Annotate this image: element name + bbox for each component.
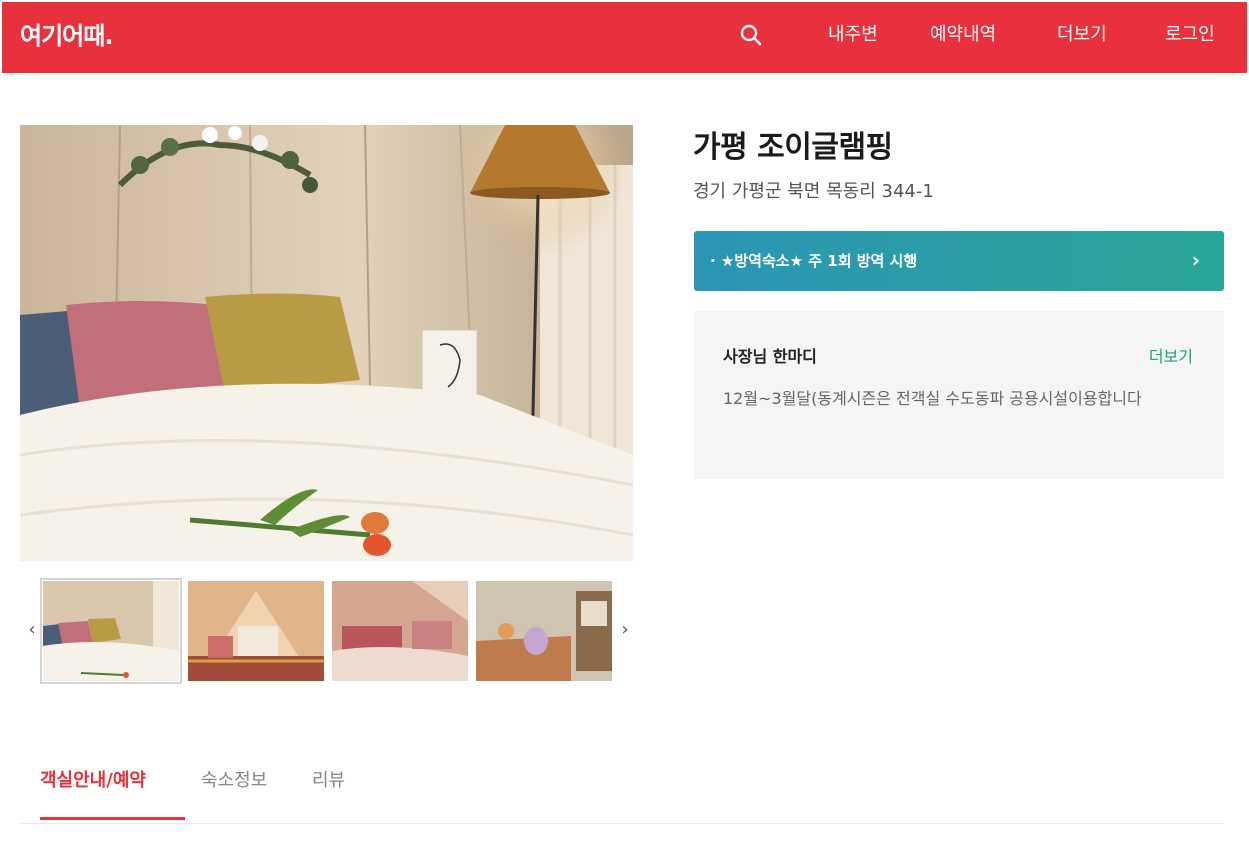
chevron-right-icon[interactable]: ›: [617, 618, 633, 642]
nav-item-reservations[interactable]: 예약내역: [930, 20, 996, 46]
owner-comment-box: 사장님 한마디 더보기 12월~3월달(동계시즌은 전객실 수도동파 공용시설이…: [694, 311, 1224, 479]
brand-logo[interactable]: 여기어때.: [20, 16, 113, 51]
chevron-left-icon[interactable]: ‹: [24, 618, 40, 642]
nav-item-nearby[interactable]: 내주변: [828, 20, 878, 46]
notice-banner[interactable]: · ★방역숙소★ 주 1회 방역 시행 ›: [694, 231, 1224, 291]
top-header: 여기어때. 내주변 예약내역 더보기 로그인: [2, 2, 1247, 73]
thumbnail-3[interactable]: [332, 581, 468, 681]
property-tabs: 객실안내/예약 숙소정보 리뷰: [20, 760, 1224, 826]
owner-comment-more-link[interactable]: 더보기: [1149, 343, 1193, 367]
search-icon[interactable]: [738, 22, 764, 48]
nav-item-more[interactable]: 더보기: [1057, 20, 1107, 46]
thumbnail-2[interactable]: [188, 581, 324, 681]
tab-property-info[interactable]: 숙소정보: [201, 766, 267, 792]
tab-reviews[interactable]: 리뷰: [312, 766, 345, 792]
thumbnail-strip: [40, 578, 612, 684]
chevron-right-icon: ›: [1191, 248, 1200, 272]
nav-item-login[interactable]: 로그인: [1165, 20, 1215, 46]
property-address: 경기 가평군 북면 목동리 344-1: [693, 181, 934, 202]
owner-comment-message: 12월~3월달(동계시즌은 전객실 수도동파 공용시설이용합니다: [723, 389, 1142, 408]
thumbnail-4[interactable]: [476, 581, 612, 681]
tab-rooms-booking[interactable]: 객실안내/예약: [40, 766, 146, 792]
property-title: 가평 조이글램핑: [693, 130, 893, 165]
owner-comment-title: 사장님 한마디: [723, 347, 817, 366]
main-room-photo: [20, 125, 633, 561]
tabs-divider: [20, 823, 1224, 824]
notice-text: · ★방역숙소★ 주 1회 방역 시행: [710, 252, 918, 270]
thumbnail-1[interactable]: [40, 578, 182, 684]
active-tab-indicator: [40, 817, 185, 820]
